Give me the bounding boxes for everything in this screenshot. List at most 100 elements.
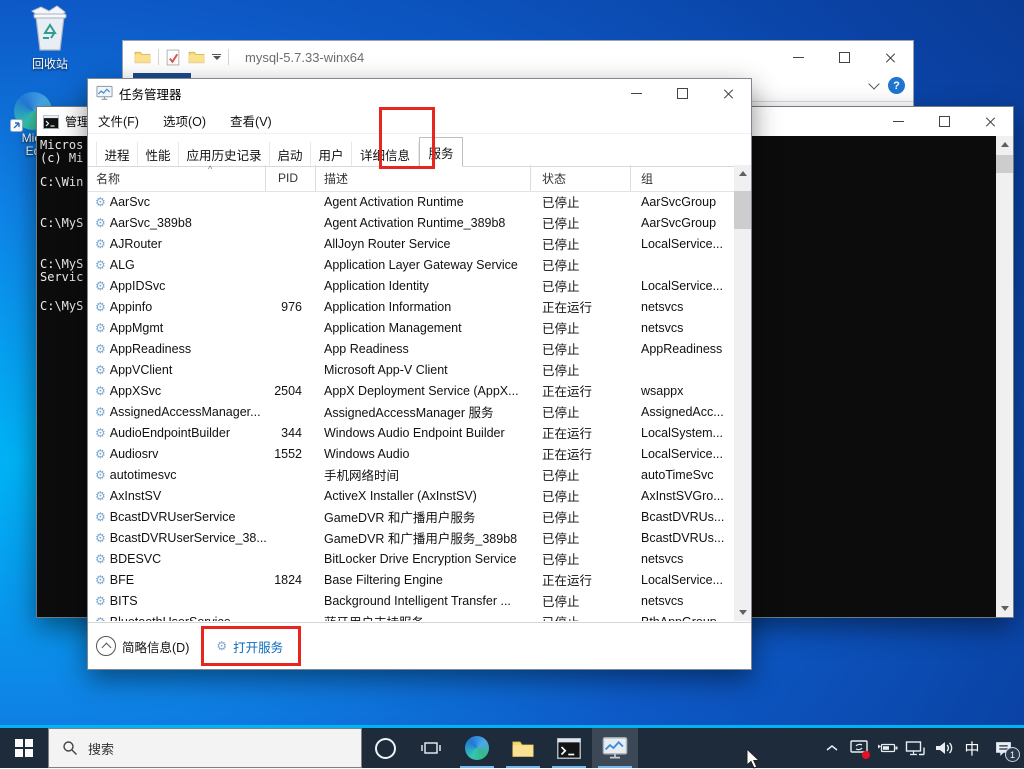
service-status: 已停止	[531, 233, 631, 254]
scroll-down-arrow[interactable]	[996, 600, 1013, 617]
service-row[interactable]: ⚙BFE1824Base Filtering Engine正在运行LocalSe…	[88, 569, 734, 590]
start-button[interactable]	[0, 728, 48, 768]
column-header-status[interactable]: 状态	[531, 165, 631, 191]
service-row[interactable]: ⚙AppIDSvcApplication Identity已停止LocalSer…	[88, 275, 734, 296]
service-description: Agent Activation Runtime_389b8	[316, 212, 531, 233]
ribbon-expand-chevron-icon[interactable]	[868, 78, 879, 89]
column-header-group[interactable]: 组	[631, 165, 734, 191]
recycle-bin-icon[interactable]: 回收站	[14, 5, 86, 71]
task-manager-icon	[96, 85, 113, 101]
close-button[interactable]	[967, 107, 1013, 136]
service-row[interactable]: ⚙autotimesvc手机网络时间已停止autoTimeSvc	[88, 464, 734, 485]
service-pid	[266, 191, 316, 212]
tray-ime-indicator[interactable]: 中	[960, 728, 984, 768]
column-header-pid[interactable]: PID	[266, 165, 316, 191]
service-row[interactable]: ⚙AarSvcAgent Activation Runtime已停止AarSvc…	[88, 191, 734, 212]
task-manager-icon	[602, 736, 628, 760]
service-description: AppX Deployment Service (AppX...	[316, 380, 531, 401]
service-row[interactable]: ⚙BITSBackground Intelligent Transfer ...…	[88, 590, 734, 611]
service-name: ⚙BFE	[88, 569, 266, 590]
service-row[interactable]: ⚙AppReadinessApp Readiness已停止AppReadines…	[88, 338, 734, 359]
tray-show-hidden-icons-chevron[interactable]	[820, 728, 844, 768]
tab-performance[interactable]: 性能	[138, 142, 179, 166]
close-button[interactable]	[867, 41, 913, 73]
service-row[interactable]: ⚙AppMgmtApplication Management已停止netsvcs	[88, 317, 734, 338]
tab-users[interactable]: 用户	[311, 142, 352, 166]
taskbar-task-manager-button[interactable]	[592, 728, 638, 768]
service-gear-icon: ⚙	[95, 259, 106, 271]
tray-network-icon[interactable]	[904, 728, 928, 768]
service-row[interactable]: ⚙AppVClientMicrosoft App-V Client已停止	[88, 359, 734, 380]
tab-startup[interactable]: 启动	[270, 142, 311, 166]
service-gear-icon: ⚙	[95, 322, 106, 334]
service-description: AllJoyn Router Service	[316, 233, 531, 254]
menu-options[interactable]: 选项(O)	[163, 111, 206, 130]
service-row[interactable]: ⚙AssignedAccessManager...AssignedAccessM…	[88, 401, 734, 422]
service-row[interactable]: ⚙AarSvc_389b8Agent Activation Runtime_38…	[88, 212, 734, 233]
minimize-button[interactable]	[875, 107, 921, 136]
new-folder-icon[interactable]	[188, 50, 205, 64]
folder-icon[interactable]	[134, 50, 151, 64]
close-button[interactable]	[705, 79, 751, 107]
service-row[interactable]: ⚙AxInstSVActiveX Installer (AxInstSV)已停止…	[88, 485, 734, 506]
cmd-icon	[43, 115, 59, 129]
service-row[interactable]: ⚙AudioEndpointBuilder344Windows Audio En…	[88, 422, 734, 443]
edge-icon	[465, 736, 489, 760]
service-row[interactable]: ⚙BDESVCBitLocker Drive Encryption Servic…	[88, 548, 734, 569]
console-scrollbar[interactable]	[996, 136, 1013, 617]
service-group: AarSvcGroup	[631, 191, 734, 212]
shortcut-arrow-badge	[10, 119, 23, 132]
tab-processes[interactable]: 进程	[96, 142, 138, 166]
tray-volume-icon[interactable]	[932, 728, 956, 768]
service-name: ⚙Audiosrv	[88, 443, 266, 464]
taskbar-search-box[interactable]: 搜索	[48, 728, 362, 768]
service-gear-icon: ⚙	[95, 616, 106, 622]
menu-view[interactable]: 查看(V)	[230, 111, 272, 130]
service-name: ⚙AudioEndpointBuilder	[88, 422, 266, 443]
service-row[interactable]: ⚙AJRouterAllJoyn Router Service已停止LocalS…	[88, 233, 734, 254]
service-row[interactable]: ⚙ALGApplication Layer Gateway Service已停止	[88, 254, 734, 275]
maximize-button[interactable]	[821, 41, 867, 73]
scrollbar-thumb[interactable]	[996, 155, 1013, 173]
fewer-details-chevron-icon[interactable]	[96, 636, 116, 656]
maximize-button[interactable]	[921, 107, 967, 136]
minimize-button[interactable]	[613, 79, 659, 107]
search-placeholder: 搜索	[88, 739, 114, 758]
service-pid	[266, 590, 316, 611]
scroll-up-arrow[interactable]	[996, 136, 1013, 153]
task-view-button[interactable]	[408, 728, 454, 768]
tab-app-history[interactable]: 应用历史记录	[179, 142, 270, 166]
service-row[interactable]: ⚙AppXSvc2504AppX Deployment Service (App…	[88, 380, 734, 401]
minimize-button[interactable]	[775, 41, 821, 73]
service-name: ⚙AppReadiness	[88, 338, 266, 359]
service-row[interactable]: ⚙BcastDVRUserService_38...GameDVR 和广播用户服…	[88, 527, 734, 548]
tray-power-icon[interactable]	[876, 728, 900, 768]
column-header-name[interactable]: 名称 ^	[88, 165, 266, 191]
scroll-up-arrow[interactable]	[734, 165, 751, 182]
explorer-titlebar: mysql-5.7.33-winx64	[123, 41, 913, 73]
taskbar-cmd-button[interactable]	[546, 728, 592, 768]
services-scrollbar[interactable]	[734, 165, 751, 621]
maximize-button[interactable]	[659, 79, 705, 107]
service-name: ⚙BcastDVRUserService	[88, 506, 266, 527]
help-button[interactable]: ?	[888, 77, 905, 94]
service-status: 已停止	[531, 212, 631, 233]
service-row[interactable]: ⚙BluetoothUserService蓝牙用户支持服务已停止BthAppGr…	[88, 611, 734, 621]
taskbar-explorer-button[interactable]	[500, 728, 546, 768]
customize-toolbar-dropdown-icon[interactable]	[212, 54, 221, 61]
cortana-button[interactable]	[362, 728, 408, 768]
taskbar-edge-button[interactable]	[454, 728, 500, 768]
menu-file[interactable]: 文件(F)	[98, 111, 139, 130]
service-row[interactable]: ⚙Appinfo976Application Information正在运行ne…	[88, 296, 734, 317]
properties-check-icon[interactable]	[166, 49, 181, 66]
scroll-down-arrow[interactable]	[734, 604, 751, 621]
service-row[interactable]: ⚙BcastDVRUserServiceGameDVR 和广播用户服务已停止Bc…	[88, 506, 734, 527]
services-table-header: 名称 ^ PID 描述 状态 组	[88, 165, 734, 192]
fewer-details-label[interactable]: 简略信息(D)	[122, 637, 189, 656]
service-group: LocalService...	[631, 443, 734, 464]
service-row[interactable]: ⚙Audiosrv1552Windows Audio正在运行LocalServi…	[88, 443, 734, 464]
toolbar-separator	[228, 49, 229, 65]
tray-sync-status-icon[interactable]	[848, 728, 872, 768]
scrollbar-thumb[interactable]	[734, 191, 751, 229]
action-center-button[interactable]: 1	[988, 728, 1018, 768]
